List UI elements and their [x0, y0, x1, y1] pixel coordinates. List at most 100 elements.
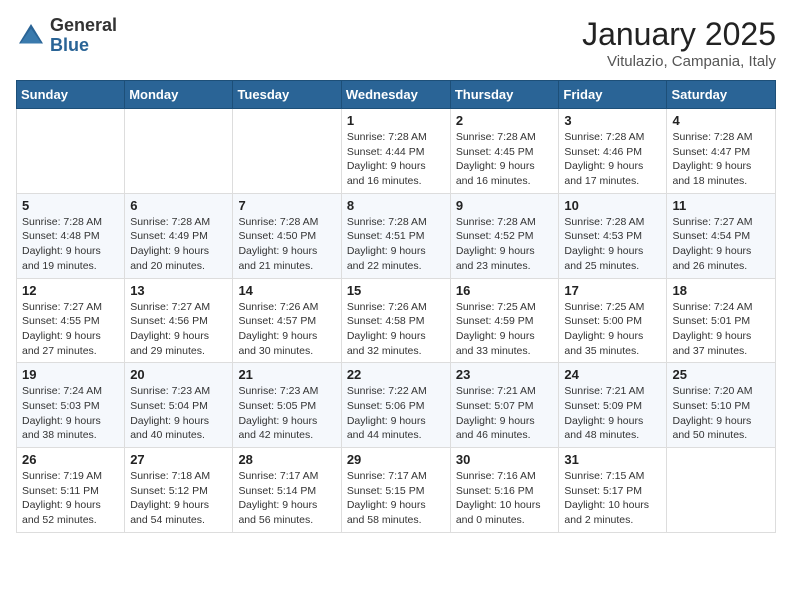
- day-info: Sunrise: 7:25 AMSunset: 4:59 PMDaylight:…: [456, 300, 554, 359]
- day-info: Sunrise: 7:15 AMSunset: 5:17 PMDaylight:…: [564, 469, 661, 528]
- day-number: 26: [22, 452, 119, 467]
- calendar-cell: [233, 109, 341, 194]
- calendar-week-row: 1Sunrise: 7:28 AMSunset: 4:44 PMDaylight…: [17, 109, 776, 194]
- calendar-cell: 19 Sunrise: 7:24 AMSunset: 5:03 PMDayligh…: [17, 363, 125, 448]
- day-info: Sunrise: 7:18 AMSunset: 5:12 PMDaylight:…: [130, 469, 227, 528]
- calendar-cell: 4Sunrise: 7:28 AMSunset: 4:47 PMDaylight…: [667, 109, 776, 194]
- day-number: 16: [456, 283, 554, 298]
- calendar-cell: 13Sunrise: 7:27 AMSunset: 4:56 PMDayligh…: [125, 278, 233, 363]
- calendar-cell: 16 Sunrise: 7:25 AMSunset: 4:59 PMDayligh…: [450, 278, 559, 363]
- logo: General Blue: [16, 16, 117, 56]
- day-number: 12: [22, 283, 119, 298]
- calendar-cell: 31 Sunrise: 7:15 AMSunset: 5:17 PMDayligh…: [559, 448, 667, 533]
- month-title: January 2025: [582, 16, 776, 53]
- day-number: 23: [456, 367, 554, 382]
- calendar-cell: 22Sunrise: 7:22 AMSunset: 5:06 PMDayligh…: [341, 363, 450, 448]
- day-info: Sunrise: 7:17 AMSunset: 5:15 PMDaylight:…: [347, 469, 445, 528]
- day-number: 30: [456, 452, 554, 467]
- day-info: Sunrise: 7:27 AMSunset: 4:54 PMDaylight:…: [672, 215, 770, 274]
- day-number: 10: [564, 198, 661, 213]
- day-info: Sunrise: 7:24 AMSunset: 5:03 PMDaylight:…: [22, 384, 119, 443]
- day-info: Sunrise: 7:28 AMSunset: 4:47 PMDaylight:…: [672, 130, 770, 189]
- calendar-week-row: 19 Sunrise: 7:24 AMSunset: 5:03 PMDayligh…: [17, 363, 776, 448]
- calendar-cell: 28 Sunrise: 7:17 AMSunset: 5:14 PMDayligh…: [233, 448, 341, 533]
- day-number: 28: [238, 452, 335, 467]
- day-number: 8: [347, 198, 445, 213]
- calendar-header: SundayMondayTuesdayWednesdayThursdayFrid…: [17, 81, 776, 109]
- calendar-body: 1Sunrise: 7:28 AMSunset: 4:44 PMDaylight…: [17, 109, 776, 533]
- day-info: Sunrise: 7:28 AMSunset: 4:52 PMDaylight:…: [456, 215, 554, 274]
- day-info: Sunrise: 7:28 AMSunset: 4:51 PMDaylight:…: [347, 215, 445, 274]
- day-info: Sunrise: 7:28 AMSunset: 4:46 PMDaylight:…: [564, 130, 661, 189]
- day-number: 13: [130, 283, 227, 298]
- weekday-header-thursday: Thursday: [450, 81, 559, 109]
- day-number: 9: [456, 198, 554, 213]
- day-info: Sunrise: 7:21 AMSunset: 5:07 PMDaylight:…: [456, 384, 554, 443]
- day-number: 31: [564, 452, 661, 467]
- day-number: 6: [130, 198, 227, 213]
- day-number: 2: [456, 113, 554, 128]
- calendar-cell: [125, 109, 233, 194]
- calendar-cell: 20 Sunrise: 7:23 AMSunset: 5:04 PMDayligh…: [125, 363, 233, 448]
- calendar-cell: [17, 109, 125, 194]
- calendar-cell: 1Sunrise: 7:28 AMSunset: 4:44 PMDaylight…: [341, 109, 450, 194]
- calendar-week-row: 26 Sunrise: 7:19 AMSunset: 5:11 PMDayligh…: [17, 448, 776, 533]
- calendar-cell: 25Sunrise: 7:20 AMSunset: 5:10 PMDayligh…: [667, 363, 776, 448]
- day-number: 19: [22, 367, 119, 382]
- day-info: Sunrise: 7:28 AMSunset: 4:44 PMDaylight:…: [347, 130, 445, 189]
- day-info: Sunrise: 7:21 AMSunset: 5:09 PMDaylight:…: [564, 384, 661, 443]
- day-number: 20: [130, 367, 227, 382]
- day-number: 21: [238, 367, 335, 382]
- day-number: 11: [672, 198, 770, 213]
- weekday-header-row: SundayMondayTuesdayWednesdayThursdayFrid…: [17, 81, 776, 109]
- calendar-cell: 30 Sunrise: 7:16 AMSunset: 5:16 PMDayligh…: [450, 448, 559, 533]
- location-subtitle: Vitulazio, Campania, Italy: [582, 53, 776, 70]
- day-number: 14: [238, 283, 335, 298]
- calendar-cell: 14 Sunrise: 7:26 AMSunset: 4:57 PMDayligh…: [233, 278, 341, 363]
- calendar-week-row: 12 Sunrise: 7:27 AMSunset: 4:55 PMDayligh…: [17, 278, 776, 363]
- day-info: Sunrise: 7:28 AMSunset: 4:45 PMDaylight:…: [456, 130, 554, 189]
- calendar-cell: 5Sunrise: 7:28 AMSunset: 4:48 PMDaylight…: [17, 193, 125, 278]
- day-info: Sunrise: 7:17 AMSunset: 5:14 PMDaylight:…: [238, 469, 335, 528]
- logo-icon: [16, 21, 46, 51]
- calendar-cell: 21 Sunrise: 7:23 AMSunset: 5:05 PMDayligh…: [233, 363, 341, 448]
- calendar-cell: 6 Sunrise: 7:28 AMSunset: 4:49 PMDaylight…: [125, 193, 233, 278]
- calendar-cell: 27Sunrise: 7:18 AMSunset: 5:12 PMDayligh…: [125, 448, 233, 533]
- day-info: Sunrise: 7:26 AMSunset: 4:58 PMDaylight:…: [347, 300, 445, 359]
- calendar-cell: 18 Sunrise: 7:24 AMSunset: 5:01 PMDayligh…: [667, 278, 776, 363]
- day-number: 25: [672, 367, 770, 382]
- logo-general-text: General: [50, 16, 117, 36]
- calendar-cell: 11 Sunrise: 7:27 AMSunset: 4:54 PMDayligh…: [667, 193, 776, 278]
- day-info: Sunrise: 7:26 AMSunset: 4:57 PMDaylight:…: [238, 300, 335, 359]
- day-info: Sunrise: 7:23 AMSunset: 5:04 PMDaylight:…: [130, 384, 227, 443]
- calendar-cell: 2 Sunrise: 7:28 AMSunset: 4:45 PMDaylight…: [450, 109, 559, 194]
- calendar-cell: 12 Sunrise: 7:27 AMSunset: 4:55 PMDayligh…: [17, 278, 125, 363]
- calendar-cell: 24 Sunrise: 7:21 AMSunset: 5:09 PMDayligh…: [559, 363, 667, 448]
- calendar-cell: 10 Sunrise: 7:28 AMSunset: 4:53 PMDayligh…: [559, 193, 667, 278]
- calendar-cell: 29 Sunrise: 7:17 AMSunset: 5:15 PMDayligh…: [341, 448, 450, 533]
- page-header: General Blue January 2025 Vitulazio, Cam…: [16, 16, 776, 70]
- calendar-cell: 8 Sunrise: 7:28 AMSunset: 4:51 PMDaylight…: [341, 193, 450, 278]
- day-info: Sunrise: 7:22 AMSunset: 5:06 PMDaylight:…: [347, 384, 445, 443]
- day-info: Sunrise: 7:28 AMSunset: 4:49 PMDaylight:…: [130, 215, 227, 274]
- calendar-cell: 17 Sunrise: 7:25 AMSunset: 5:00 PMDayligh…: [559, 278, 667, 363]
- day-info: Sunrise: 7:19 AMSunset: 5:11 PMDaylight:…: [22, 469, 119, 528]
- day-number: 7: [238, 198, 335, 213]
- day-info: Sunrise: 7:23 AMSunset: 5:05 PMDaylight:…: [238, 384, 335, 443]
- day-info: Sunrise: 7:27 AMSunset: 4:55 PMDaylight:…: [22, 300, 119, 359]
- day-info: Sunrise: 7:16 AMSunset: 5:16 PMDaylight:…: [456, 469, 554, 528]
- day-number: 24: [564, 367, 661, 382]
- day-info: Sunrise: 7:24 AMSunset: 5:01 PMDaylight:…: [672, 300, 770, 359]
- day-info: Sunrise: 7:28 AMSunset: 4:48 PMDaylight:…: [22, 215, 119, 274]
- day-info: Sunrise: 7:28 AMSunset: 4:53 PMDaylight:…: [564, 215, 661, 274]
- logo-blue-text: Blue: [50, 36, 117, 56]
- day-info: Sunrise: 7:25 AMSunset: 5:00 PMDaylight:…: [564, 300, 661, 359]
- calendar-cell: 23 Sunrise: 7:21 AMSunset: 5:07 PMDayligh…: [450, 363, 559, 448]
- calendar-cell: [667, 448, 776, 533]
- day-number: 17: [564, 283, 661, 298]
- day-number: 29: [347, 452, 445, 467]
- calendar-cell: 9 Sunrise: 7:28 AMSunset: 4:52 PMDaylight…: [450, 193, 559, 278]
- weekday-header-saturday: Saturday: [667, 81, 776, 109]
- day-number: 15: [347, 283, 445, 298]
- day-number: 18: [672, 283, 770, 298]
